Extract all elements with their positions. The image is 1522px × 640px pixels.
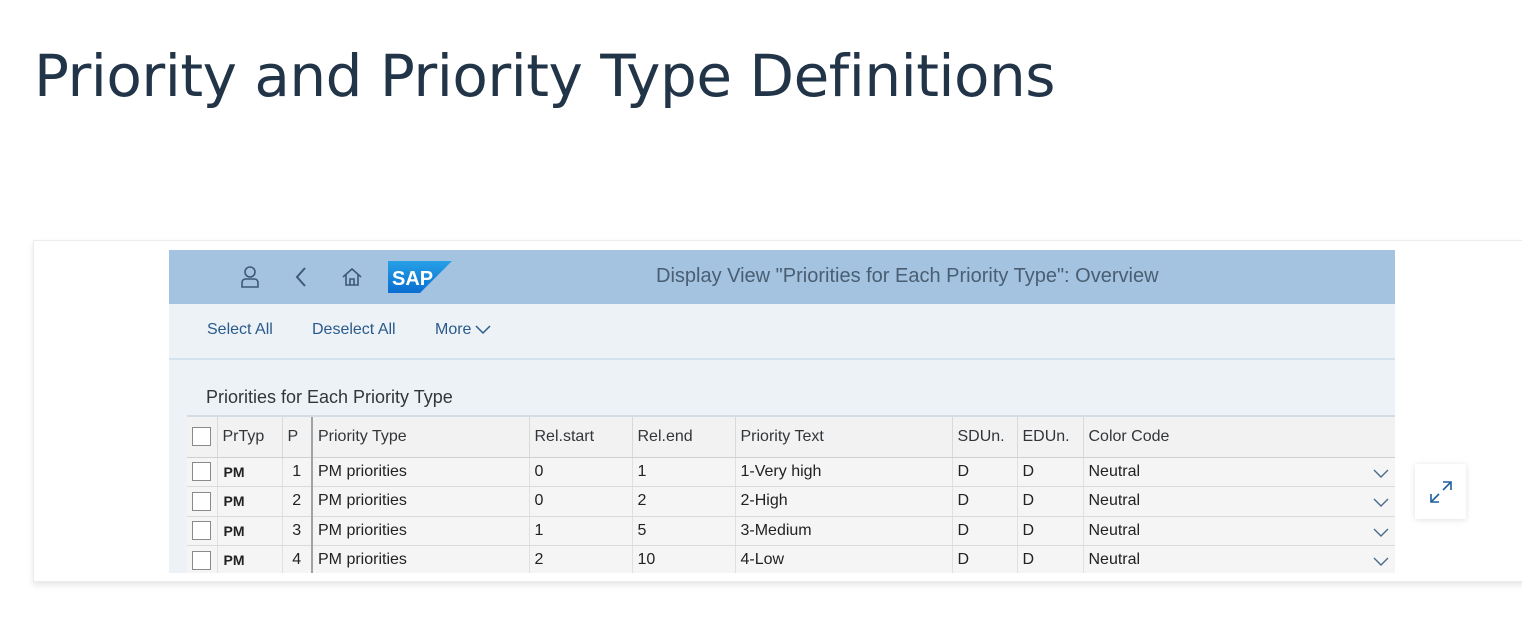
sdun-cell[interactable]: D bbox=[952, 545, 1018, 573]
prtyp-cell: PM bbox=[217, 486, 283, 517]
table-row[interactable]: PM 1 PM priorities 0 1 1-Very high D D N… bbox=[187, 457, 1395, 487]
rel-end-cell[interactable]: 2 bbox=[632, 486, 736, 517]
sdun-cell[interactable]: D bbox=[952, 486, 1018, 517]
more-label: More bbox=[435, 321, 472, 338]
rel-end-cell[interactable]: 1 bbox=[632, 457, 736, 487]
priority-type-cell: PM priorities bbox=[311, 545, 530, 573]
home-icon[interactable] bbox=[338, 263, 366, 291]
priority-type-cell: PM priorities bbox=[311, 516, 530, 546]
priority-text-cell[interactable]: 3-Medium bbox=[735, 516, 953, 546]
column-header[interactable]: SDUn. bbox=[952, 417, 1018, 458]
priority-type-cell: PM priorities bbox=[311, 457, 530, 487]
back-icon[interactable] bbox=[287, 263, 315, 291]
sap-window: SAP Display View "Priorities for Each Pr… bbox=[169, 250, 1395, 573]
rel-end-cell[interactable]: 5 bbox=[632, 516, 736, 546]
column-header[interactable]: Priority Text bbox=[735, 417, 953, 458]
column-header[interactable]: Rel.end bbox=[632, 417, 736, 458]
priority-text-cell[interactable]: 2-High bbox=[735, 486, 953, 517]
expand-button[interactable] bbox=[1415, 464, 1466, 519]
window-title: Display View "Priorities for Each Priori… bbox=[656, 265, 1159, 287]
p-cell: 3 bbox=[282, 516, 313, 546]
priority-type-cell: PM priorities bbox=[311, 486, 530, 517]
chevron-down-icon[interactable] bbox=[1373, 524, 1389, 540]
row-checkbox[interactable] bbox=[192, 491, 211, 511]
color-code-select[interactable]: Neutral bbox=[1083, 486, 1395, 517]
column-header[interactable]: PrTyp bbox=[217, 417, 283, 458]
sdun-cell[interactable]: D bbox=[952, 457, 1018, 487]
rel-start-cell[interactable]: 1 bbox=[529, 516, 633, 546]
column-header[interactable]: Rel.start bbox=[529, 417, 633, 458]
edun-cell[interactable]: D bbox=[1017, 545, 1084, 573]
select-all-button[interactable]: Select All bbox=[207, 321, 273, 339]
prtyp-cell: PM bbox=[217, 516, 283, 546]
rel-start-cell[interactable]: 2 bbox=[529, 545, 633, 573]
deselect-all-button[interactable]: Deselect All bbox=[312, 321, 396, 339]
header-checkbox[interactable] bbox=[192, 427, 211, 447]
row-select-cell bbox=[187, 486, 218, 517]
row-select-cell bbox=[187, 457, 218, 487]
user-icon[interactable] bbox=[236, 263, 264, 291]
table-row[interactable]: PM 2 PM priorities 0 2 2-High D D Neutra… bbox=[187, 486, 1395, 517]
table-row[interactable]: PM 4 PM priorities 2 10 4-Low D D Neutra… bbox=[187, 545, 1395, 573]
prtyp-cell: PM bbox=[217, 545, 283, 573]
p-cell: 1 bbox=[282, 457, 313, 487]
select-all-checkbox-cell bbox=[187, 417, 218, 458]
chevron-down-icon bbox=[475, 325, 491, 335]
color-code-select[interactable]: Neutral bbox=[1083, 545, 1395, 573]
edun-cell[interactable]: D bbox=[1017, 457, 1084, 487]
chevron-down-icon[interactable] bbox=[1373, 465, 1389, 481]
chevron-down-icon[interactable] bbox=[1373, 553, 1389, 569]
table-row[interactable]: PM 3 PM priorities 1 5 3-Medium D D Neut… bbox=[187, 516, 1395, 546]
prtyp-cell: PM bbox=[217, 457, 283, 487]
color-code-value: Neutral bbox=[1088, 492, 1141, 510]
sap-logo: SAP bbox=[388, 261, 452, 293]
column-header[interactable]: Priority Type bbox=[311, 417, 530, 458]
row-select-cell bbox=[187, 516, 218, 546]
priority-text-cell[interactable]: 4-Low bbox=[735, 545, 953, 573]
chevron-down-icon[interactable] bbox=[1373, 494, 1389, 510]
rel-start-cell[interactable]: 0 bbox=[529, 486, 633, 517]
p-cell: 4 bbox=[282, 545, 313, 573]
sdun-cell[interactable]: D bbox=[952, 516, 1018, 546]
table-header-row: PrTyp P Priority Type Rel.start Rel.end … bbox=[187, 417, 1395, 458]
row-select-cell bbox=[187, 545, 218, 573]
page-title: Priority and Priority Type Definitions bbox=[34, 42, 1056, 110]
color-code-select[interactable]: Neutral bbox=[1083, 516, 1395, 546]
row-checkbox[interactable] bbox=[192, 462, 211, 482]
toolbar: Select All Deselect All More bbox=[169, 304, 1395, 360]
rel-start-cell[interactable]: 0 bbox=[529, 457, 633, 487]
color-code-select[interactable]: Neutral bbox=[1083, 457, 1395, 487]
priority-text-cell[interactable]: 1-Very high bbox=[735, 457, 953, 487]
p-cell: 2 bbox=[282, 486, 313, 517]
priorities-table: PrTyp P Priority Type Rel.start Rel.end … bbox=[187, 415, 1395, 573]
color-code-value: Neutral bbox=[1088, 551, 1141, 569]
row-checkbox[interactable] bbox=[192, 521, 211, 541]
color-code-value: Neutral bbox=[1088, 462, 1141, 480]
expand-icon bbox=[1429, 480, 1452, 503]
column-header[interactable]: EDUn. bbox=[1017, 417, 1084, 458]
color-code-value: Neutral bbox=[1088, 521, 1141, 539]
column-header[interactable]: P bbox=[282, 417, 313, 458]
row-checkbox[interactable] bbox=[192, 550, 211, 570]
svg-text:SAP: SAP bbox=[392, 268, 433, 290]
shell-bar: SAP Display View "Priorities for Each Pr… bbox=[169, 250, 1395, 304]
edun-cell[interactable]: D bbox=[1017, 516, 1084, 546]
column-header[interactable]: Color Code bbox=[1083, 417, 1395, 458]
section-title: Priorities for Each Priority Type bbox=[206, 387, 453, 407]
edun-cell[interactable]: D bbox=[1017, 486, 1084, 517]
more-menu-button[interactable]: More bbox=[435, 321, 491, 339]
rel-end-cell[interactable]: 10 bbox=[632, 545, 736, 573]
